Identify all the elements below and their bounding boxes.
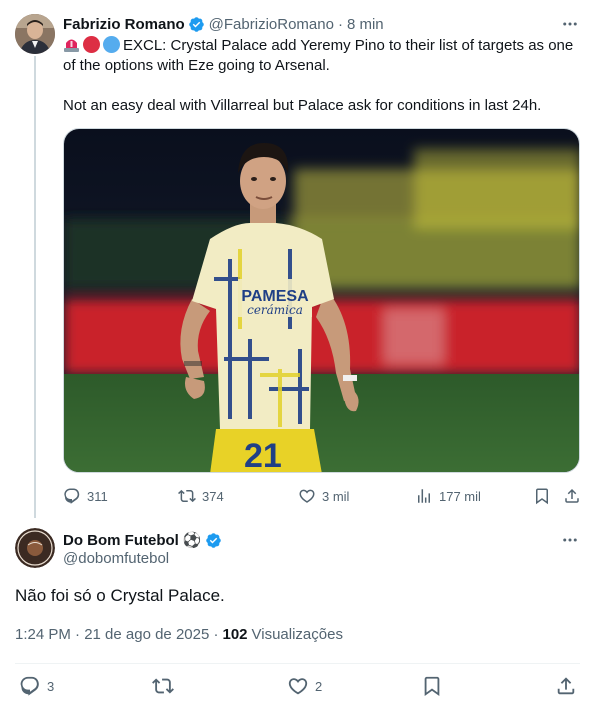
main-tweet[interactable]: Fabrizio Romano @FabrizioRomano · 8 min … xyxy=(0,0,595,520)
shirt-number-text: 21 xyxy=(244,437,282,473)
views-chart-icon xyxy=(418,489,430,503)
reply-icon xyxy=(20,676,39,696)
blue-circle-emoji-icon xyxy=(103,36,120,53)
bookmark-button[interactable] xyxy=(421,673,449,699)
bookmark-icon xyxy=(536,488,548,505)
author-handle[interactable]: @FabrizioRomano xyxy=(209,16,334,33)
shirt-sponsor-sub-text: cerámica xyxy=(247,303,303,317)
reply-views-label: Visualizações xyxy=(251,626,343,643)
separator-dot: · xyxy=(337,15,343,33)
like-button[interactable]: 2 xyxy=(287,673,322,699)
share-button[interactable] xyxy=(563,485,587,507)
avatar[interactable] xyxy=(15,528,55,568)
verified-badge-icon xyxy=(205,532,222,549)
repost-button[interactable] xyxy=(152,673,180,699)
reply-author-header: Do Bom Futebol ⚽ xyxy=(63,530,226,550)
like-count: 3 mil xyxy=(322,488,350,504)
reply-button[interactable]: 311 xyxy=(63,485,108,507)
repost-icon xyxy=(178,489,196,503)
repost-icon xyxy=(152,678,174,694)
tweet-header: Fabrizio Romano @FabrizioRomano · 8 min xyxy=(63,14,384,34)
reply-meta: 1:24 PM · 21 de ago de 2025 · 102 Visual… xyxy=(15,626,343,643)
share-icon xyxy=(565,488,579,503)
like-button[interactable]: 3 mil xyxy=(298,485,349,507)
reply-author-handle[interactable]: @dobomfutebol xyxy=(63,550,169,567)
soccer-ball-emoji: ⚽ xyxy=(182,532,202,549)
reply-views-count: 102 xyxy=(222,626,248,643)
reply-tweet[interactable]: Do Bom Futebol ⚽ @dobomfutebol Não foi s… xyxy=(0,520,595,711)
views-count: 177 mil xyxy=(439,488,481,504)
repost-count: 374 xyxy=(202,488,224,504)
tweet-photo[interactable]: PAMESA cerámica 21 xyxy=(63,128,580,473)
reply-text: Não foi só o Crystal Palace. xyxy=(15,586,225,605)
reply-author-name[interactable]: Do Bom Futebol xyxy=(63,532,179,549)
more-options-icon[interactable] xyxy=(560,14,580,34)
bookmark-icon xyxy=(424,676,440,697)
heart-icon xyxy=(299,489,315,503)
reply-timestamp[interactable]: 1:24 PM · 21 de ago de 2025 · xyxy=(15,626,218,643)
reply-count: 311 xyxy=(87,488,108,504)
like-count: 2 xyxy=(315,678,323,694)
reply-actions: 3 2 xyxy=(15,673,580,699)
tweet-actions: 311 374 3 mil 177 mil xyxy=(63,485,583,507)
siren-emoji-icon xyxy=(63,37,80,52)
tweet-text-line1: EXCL: Crystal Palace add Yeremy Pino to … xyxy=(63,37,574,74)
share-icon xyxy=(557,677,575,695)
author-name[interactable]: Fabrizio Romano xyxy=(63,16,185,33)
tweet-time[interactable]: 8 min xyxy=(347,16,384,33)
tweet-text-line2: Not an easy deal with Villarreal but Pal… xyxy=(63,97,542,114)
tweet-text: EXCL: Crystal Palace add Yeremy Pino to … xyxy=(63,36,583,116)
views-button[interactable]: 177 mil xyxy=(415,485,481,507)
reply-count: 3 xyxy=(47,678,55,694)
heart-icon xyxy=(288,678,308,695)
more-options-icon[interactable] xyxy=(560,530,580,550)
verified-badge-icon xyxy=(188,16,205,33)
bookmark-button[interactable] xyxy=(533,485,557,507)
avatar[interactable] xyxy=(15,14,55,54)
reply-icon xyxy=(64,488,80,504)
share-button[interactable] xyxy=(555,673,583,699)
divider xyxy=(15,663,580,664)
red-circle-emoji-icon xyxy=(83,36,100,53)
reply-button[interactable]: 3 xyxy=(19,673,54,699)
repost-button[interactable]: 374 xyxy=(178,485,224,507)
